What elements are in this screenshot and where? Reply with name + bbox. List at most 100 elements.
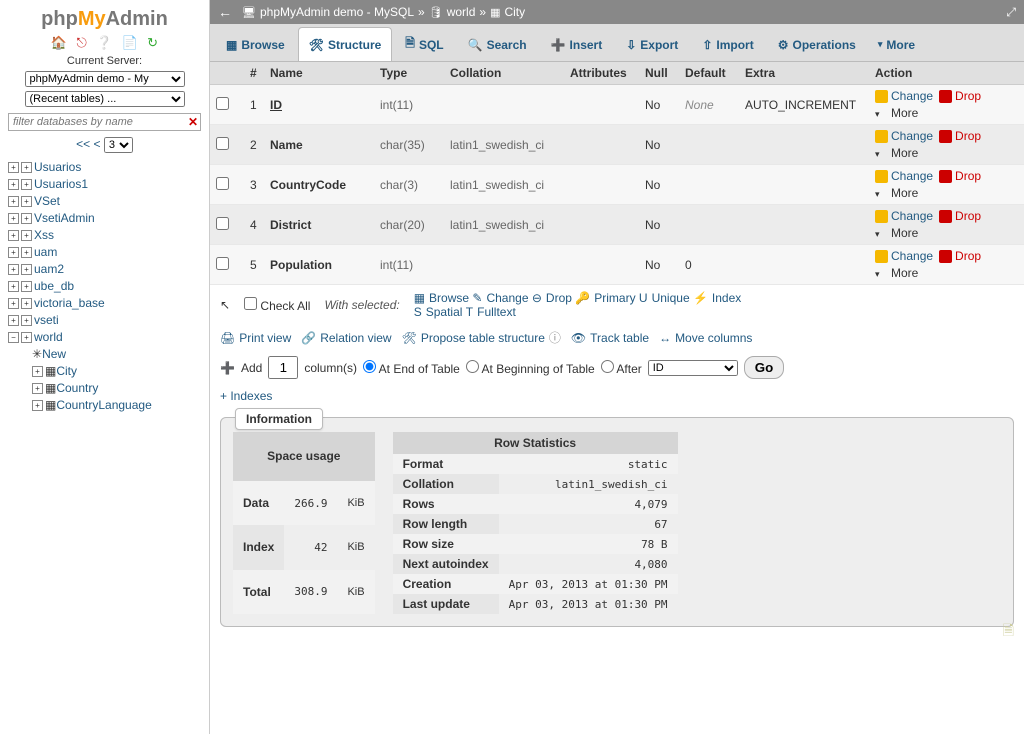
drop-link[interactable]: Drop bbox=[939, 129, 981, 143]
indexes-toggle[interactable]: + Indexes bbox=[210, 385, 1024, 407]
table-Country[interactable]: Country bbox=[56, 380, 98, 397]
collapse-icon[interactable]: ⤢ bbox=[1006, 5, 1016, 20]
expand-icon[interactable]: + bbox=[8, 281, 19, 292]
pos-end-radio[interactable] bbox=[363, 360, 376, 373]
home-icon[interactable]: 🏠 bbox=[51, 35, 67, 50]
row-checkbox[interactable] bbox=[216, 177, 229, 190]
back-icon[interactable]: ← bbox=[218, 4, 232, 20]
propose-table-structure-link[interactable]: 🛠Propose table structure ⓘ bbox=[402, 329, 561, 346]
expand-icon[interactable]: + bbox=[8, 298, 19, 309]
expand-icon[interactable]: + bbox=[8, 230, 19, 241]
clear-filter-icon[interactable]: ✕ bbox=[188, 115, 198, 129]
db-world[interactable]: world bbox=[34, 329, 63, 346]
relation-view-link[interactable]: 🔗Relation view bbox=[301, 331, 391, 345]
reload-icon[interactable]: ↻ bbox=[147, 35, 158, 50]
crumb-table[interactable]: City bbox=[504, 5, 525, 19]
print-view-link[interactable]: 🖨Print view bbox=[220, 331, 291, 345]
db-Xss[interactable]: Xss bbox=[34, 227, 54, 244]
filter-databases-input[interactable] bbox=[8, 113, 201, 131]
expand-icon[interactable]: + bbox=[21, 315, 32, 326]
db-VsetiAdmin[interactable]: VsetiAdmin bbox=[34, 210, 95, 227]
expand-icon[interactable]: + bbox=[21, 264, 32, 275]
change-link[interactable]: Change bbox=[875, 169, 933, 183]
after-field-select[interactable]: ID bbox=[648, 360, 738, 376]
recent-tables-select[interactable]: (Recent tables) ... bbox=[25, 91, 185, 107]
index-action[interactable]: ⚡Index bbox=[693, 291, 741, 305]
primary-action[interactable]: 🔑Primary bbox=[575, 291, 635, 305]
expand-icon[interactable]: + bbox=[8, 264, 19, 275]
db-uam2[interactable]: uam2 bbox=[34, 261, 64, 278]
expand-icon[interactable]: + bbox=[8, 196, 19, 207]
pager-page-select[interactable]: 3 bbox=[104, 137, 133, 153]
add-count-input[interactable] bbox=[268, 356, 298, 379]
expand-icon[interactable]: + bbox=[32, 400, 43, 411]
expand-icon[interactable]: + bbox=[21, 213, 32, 224]
fulltext-action[interactable]: TFulltext bbox=[466, 305, 516, 319]
drop-action[interactable]: ⊖Drop bbox=[532, 291, 572, 305]
pos-begin-radio[interactable] bbox=[466, 360, 479, 373]
change-link[interactable]: Change bbox=[875, 89, 933, 103]
query-icon[interactable]: ❔ bbox=[96, 35, 112, 50]
more-link[interactable]: More bbox=[875, 106, 918, 120]
db-vseti[interactable]: vseti bbox=[34, 312, 59, 329]
expand-icon[interactable]: + bbox=[8, 162, 19, 173]
more-link[interactable]: More bbox=[875, 266, 918, 280]
move-columns-link[interactable]: ↔Move columns bbox=[659, 331, 752, 345]
expand-icon[interactable]: + bbox=[21, 298, 32, 309]
pager-prev[interactable]: << < bbox=[76, 137, 100, 151]
db-Usuarios1[interactable]: Usuarios1 bbox=[34, 176, 88, 193]
table-CountryLanguage[interactable]: CountryLanguage bbox=[56, 397, 151, 414]
tab-operations[interactable]: ⚙Operations bbox=[767, 27, 867, 61]
db-uam[interactable]: uam bbox=[34, 244, 57, 261]
more-link[interactable]: More bbox=[875, 226, 918, 240]
db-Usuarios[interactable]: Usuarios bbox=[34, 159, 81, 176]
expand-icon[interactable]: + bbox=[32, 383, 43, 394]
track-table-link[interactable]: 👁Track table bbox=[571, 331, 649, 345]
change-link[interactable]: Change bbox=[875, 249, 933, 263]
expand-icon[interactable]: + bbox=[21, 179, 32, 190]
expand-icon[interactable]: + bbox=[21, 230, 32, 241]
table-New[interactable]: New bbox=[42, 346, 66, 363]
tab-insert[interactable]: ➕Insert bbox=[540, 27, 614, 61]
logo[interactable]: phpMyAdmin bbox=[4, 8, 205, 31]
check-all[interactable] bbox=[244, 297, 257, 310]
spatial-action[interactable]: SSpatial bbox=[414, 305, 463, 319]
logout-icon[interactable]: ⎋ bbox=[76, 35, 86, 50]
db-victoria_base[interactable]: victoria_base bbox=[34, 295, 105, 312]
bookmark-icon[interactable]: 🗎 bbox=[1003, 620, 1014, 644]
expand-icon[interactable]: + bbox=[21, 247, 32, 258]
expand-icon[interactable]: + bbox=[8, 213, 19, 224]
expand-icon[interactable]: + bbox=[32, 366, 43, 377]
tab-sql[interactable]: 🗎SQL bbox=[394, 27, 454, 61]
tab-search[interactable]: 🔍Search bbox=[457, 27, 538, 61]
unique-action[interactable]: UUnique bbox=[639, 291, 690, 305]
row-checkbox[interactable] bbox=[216, 97, 229, 110]
expand-icon[interactable]: + bbox=[21, 162, 32, 173]
pos-after-radio[interactable] bbox=[601, 360, 614, 373]
drop-link[interactable]: Drop bbox=[939, 209, 981, 223]
collapse-icon[interactable]: − bbox=[8, 332, 19, 343]
help-icon[interactable]: ⓘ bbox=[549, 329, 561, 346]
drop-link[interactable]: Drop bbox=[939, 169, 981, 183]
docs-icon[interactable]: 📄 bbox=[122, 35, 138, 50]
table-City[interactable]: City bbox=[56, 363, 77, 380]
server-select[interactable]: phpMyAdmin demo - My bbox=[25, 71, 185, 87]
expand-icon[interactable]: + bbox=[21, 281, 32, 292]
change-link[interactable]: Change bbox=[875, 129, 933, 143]
tab-browse[interactable]: ▦Browse bbox=[215, 27, 296, 61]
row-checkbox[interactable] bbox=[216, 257, 229, 270]
expand-icon[interactable]: + bbox=[8, 179, 19, 190]
tab-structure[interactable]: 🛠Structure bbox=[298, 27, 393, 61]
drop-link[interactable]: Drop bbox=[939, 89, 981, 103]
crumb-db[interactable]: world bbox=[447, 5, 476, 19]
row-checkbox[interactable] bbox=[216, 217, 229, 230]
expand-icon[interactable]: + bbox=[21, 332, 32, 343]
expand-icon[interactable]: + bbox=[8, 247, 19, 258]
tab-import[interactable]: ⇧Import bbox=[691, 27, 764, 61]
more-link[interactable]: More bbox=[875, 186, 918, 200]
expand-icon[interactable]: + bbox=[21, 196, 32, 207]
row-checkbox[interactable] bbox=[216, 137, 229, 150]
db-VSet[interactable]: VSet bbox=[34, 193, 60, 210]
browse-action[interactable]: ▦Browse bbox=[414, 291, 469, 305]
drop-link[interactable]: Drop bbox=[939, 249, 981, 263]
